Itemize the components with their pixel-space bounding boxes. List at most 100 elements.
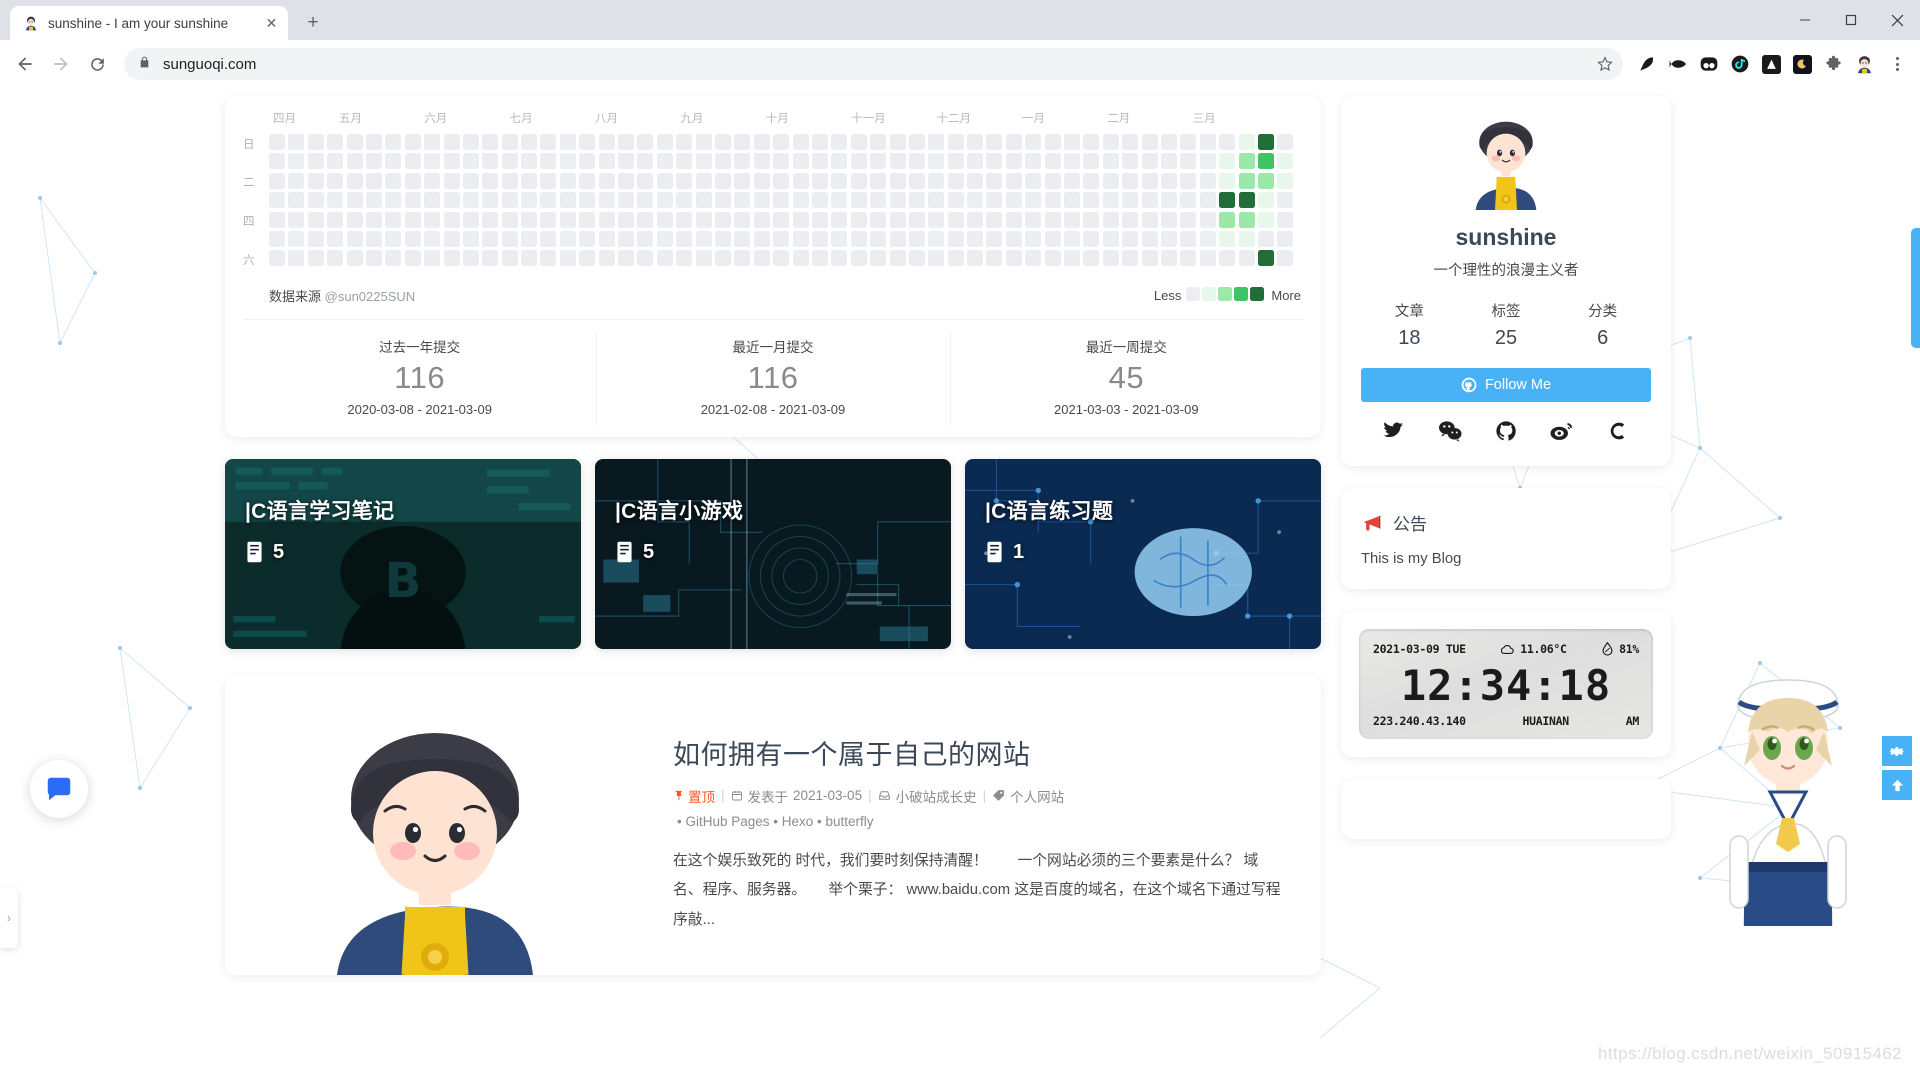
heatmap-cell[interactable] [1180, 250, 1196, 266]
heatmap-cell[interactable] [793, 192, 809, 208]
heatmap-cell[interactable] [967, 250, 983, 266]
heatmap-cell[interactable] [1258, 231, 1274, 247]
heatmap-cell[interactable] [385, 153, 401, 169]
heatmap-source-user[interactable]: @sun0225SUN [325, 289, 416, 304]
heatmap-cell[interactable] [1219, 212, 1235, 228]
heatmap-cell[interactable] [269, 231, 285, 247]
heatmap-cell[interactable] [618, 231, 634, 247]
heatmap-cell[interactable] [831, 212, 847, 228]
heatmap-cell[interactable] [1277, 192, 1293, 208]
heatmap-cell[interactable] [793, 134, 809, 150]
heatmap-cell[interactable] [948, 153, 964, 169]
heatmap-cell[interactable] [851, 231, 867, 247]
heatmap-cell[interactable] [521, 250, 537, 266]
heatmap-cell[interactable] [347, 134, 363, 150]
heatmap-cell[interactable] [482, 153, 498, 169]
heatmap-cell[interactable] [269, 250, 285, 266]
heatmap-cell[interactable] [696, 212, 712, 228]
heatmap-cell[interactable] [986, 231, 1002, 247]
heatmap-cell[interactable] [599, 173, 615, 189]
heatmap-cell[interactable] [1083, 250, 1099, 266]
heatmap-cell[interactable] [424, 212, 440, 228]
heatmap-cell[interactable] [1161, 212, 1177, 228]
heatmap-cell[interactable] [1180, 153, 1196, 169]
heatmap-cell[interactable] [986, 134, 1002, 150]
heatmap-cell[interactable] [288, 250, 304, 266]
heatmap-cell[interactable] [1219, 250, 1235, 266]
heatmap-cell[interactable] [424, 250, 440, 266]
heatmap-cell[interactable] [385, 212, 401, 228]
heatmap-cell[interactable] [1103, 212, 1119, 228]
heatmap-cell[interactable] [502, 134, 518, 150]
heatmap-cell[interactable] [890, 173, 906, 189]
heatmap-cell[interactable] [1277, 250, 1293, 266]
heatmap-cell[interactable] [1006, 153, 1022, 169]
heatmap-cell[interactable] [1180, 134, 1196, 150]
gear-icon[interactable] [1882, 736, 1912, 766]
heatmap-cell[interactable] [1006, 250, 1022, 266]
heatmap-cell[interactable] [444, 250, 460, 266]
heatmap-cell[interactable] [269, 153, 285, 169]
moon-extension-icon[interactable] [1788, 50, 1816, 78]
heatmap-cell[interactable] [676, 192, 692, 208]
heatmap-cell[interactable] [909, 231, 925, 247]
heatmap-cell[interactable] [890, 192, 906, 208]
heatmap-cell[interactable] [424, 192, 440, 208]
heatmap-cell[interactable] [444, 231, 460, 247]
heatmap-cell[interactable] [521, 173, 537, 189]
weibo-icon[interactable] [1549, 418, 1575, 444]
heatmap-cell[interactable] [831, 153, 847, 169]
heatmap-cell[interactable] [1239, 173, 1255, 189]
heatmap-cell[interactable] [269, 134, 285, 150]
heatmap-cell[interactable] [308, 250, 324, 266]
heatmap-cell[interactable] [909, 192, 925, 208]
heatmap-cell[interactable] [540, 173, 556, 189]
heatmap-cell[interactable] [521, 231, 537, 247]
heatmap-cell[interactable] [618, 192, 634, 208]
heatmap-cell[interactable] [1006, 192, 1022, 208]
heatmap-cell[interactable] [657, 134, 673, 150]
close-icon[interactable]: ✕ [263, 15, 280, 32]
back-icon[interactable] [8, 47, 42, 81]
heatmap-cell[interactable] [967, 212, 983, 228]
heatmap-cell[interactable] [1142, 173, 1158, 189]
heatmap-cell[interactable] [385, 250, 401, 266]
heatmap-cell[interactable] [366, 134, 382, 150]
heatmap-cell[interactable] [1083, 153, 1099, 169]
heatmap-cell[interactable] [870, 192, 886, 208]
heatmap-cell[interactable] [1025, 134, 1041, 150]
heatmap-cell[interactable] [424, 173, 440, 189]
heatmap-cell[interactable] [599, 192, 615, 208]
heatmap-cell[interactable] [463, 231, 479, 247]
heatmap-cell[interactable] [502, 192, 518, 208]
heatmap-cell[interactable] [890, 153, 906, 169]
heatmap-cell[interactable] [288, 173, 304, 189]
heatmap-cell[interactable] [715, 250, 731, 266]
address-bar[interactable]: sunguoqi.com [124, 48, 1623, 80]
heatmap-cell[interactable] [657, 173, 673, 189]
maximize-icon[interactable] [1828, 0, 1874, 40]
heatmap-cell[interactable] [734, 173, 750, 189]
heatmap-cell[interactable] [366, 192, 382, 208]
heatmap-cell[interactable] [928, 173, 944, 189]
heatmap-cell[interactable] [405, 212, 421, 228]
heatmap-cell[interactable] [1161, 192, 1177, 208]
profile-avatar-icon[interactable] [1850, 50, 1878, 78]
heatmap-cell[interactable] [1200, 134, 1216, 150]
heatmap-cell[interactable] [637, 250, 653, 266]
heatmap-cell[interactable] [308, 153, 324, 169]
heatmap-cell[interactable] [812, 212, 828, 228]
heatmap-cell[interactable] [444, 134, 460, 150]
heatmap-cell[interactable] [696, 153, 712, 169]
heatmap-cell[interactable] [444, 173, 460, 189]
heatmap-cell[interactable] [1083, 134, 1099, 150]
heatmap-cell[interactable] [909, 250, 925, 266]
heatmap-cell[interactable] [1083, 173, 1099, 189]
forward-icon[interactable] [44, 47, 78, 81]
heatmap-cell[interactable] [288, 192, 304, 208]
heatmap-cell[interactable] [1142, 250, 1158, 266]
heatmap-cell[interactable] [1083, 231, 1099, 247]
heatmap-cell[interactable] [502, 231, 518, 247]
heatmap-cell[interactable] [1103, 192, 1119, 208]
heatmap-cell[interactable] [676, 231, 692, 247]
